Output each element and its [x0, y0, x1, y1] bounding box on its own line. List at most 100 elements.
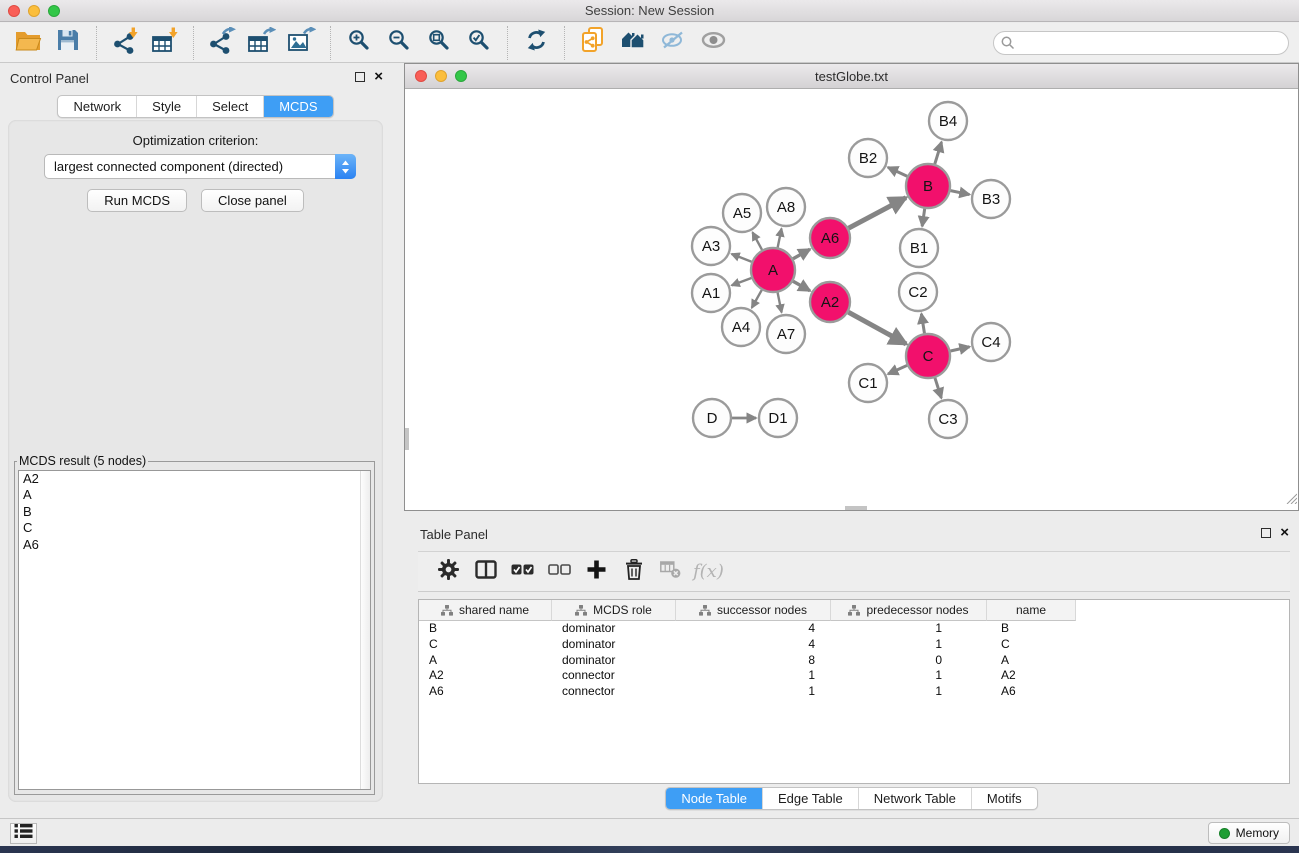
node-B1[interactable]: B1: [900, 229, 938, 267]
open-session-button[interactable]: [8, 25, 48, 61]
network-canvas[interactable]: B4B2BB3A5A8A6B1A3AC2A1A2A4A7C4CC1C3DD1: [405, 89, 1298, 510]
memory-button[interactable]: Memory: [1208, 822, 1290, 844]
node-A[interactable]: A: [751, 248, 795, 292]
edge-A-A4[interactable]: [752, 290, 762, 308]
edge-B-B2[interactable]: [888, 167, 907, 176]
column-header-shared-name[interactable]: shared name: [419, 600, 552, 621]
canvas-scroll-mark-vertical[interactable]: [405, 428, 409, 450]
node-A8[interactable]: A8: [767, 188, 805, 226]
tab-network-table[interactable]: Network Table: [859, 788, 972, 809]
select-all-button[interactable]: [504, 555, 541, 589]
mcds-result-item[interactable]: A: [19, 487, 370, 503]
save-session-button[interactable]: [48, 25, 88, 61]
node-C2[interactable]: C2: [899, 273, 937, 311]
visibility-toggle-button[interactable]: [693, 25, 733, 61]
table-row[interactable]: Adominator80A: [419, 653, 1289, 669]
function-builder-button[interactable]: f(x): [689, 555, 724, 589]
column-header-predecessor-nodes[interactable]: predecessor nodes: [831, 600, 987, 621]
mcds-result-item[interactable]: C: [19, 520, 370, 536]
table-row[interactable]: Cdominator41C: [419, 637, 1289, 653]
export-network-button[interactable]: [202, 25, 242, 61]
deselect-all-button[interactable]: [541, 555, 578, 589]
network-window-titlebar[interactable]: testGlobe.txt: [405, 64, 1298, 89]
node-A6[interactable]: A6: [810, 218, 850, 258]
table-mode-button[interactable]: [430, 555, 467, 589]
float-table-panel-icon[interactable]: [1261, 528, 1271, 538]
edge-C-C4[interactable]: [950, 347, 969, 351]
create-column-button[interactable]: [578, 555, 615, 589]
edge-A-A8[interactable]: [778, 229, 782, 248]
edge-A-A5[interactable]: [753, 232, 763, 249]
column-header-name[interactable]: name: [987, 600, 1076, 621]
node-C4[interactable]: C4: [972, 323, 1010, 361]
zoom-in-button[interactable]: [339, 25, 379, 61]
zoom-selected-button[interactable]: [459, 25, 499, 61]
node-A7[interactable]: A7: [767, 315, 805, 353]
tab-select[interactable]: Select: [197, 96, 264, 117]
edge-A-A3[interactable]: [732, 254, 752, 262]
edge-B-B4[interactable]: [935, 142, 942, 164]
node-C1[interactable]: C1: [849, 364, 887, 402]
close-panel-icon[interactable]: ×: [374, 72, 383, 82]
float-panel-icon[interactable]: [355, 72, 365, 82]
node-D[interactable]: D: [693, 399, 731, 437]
task-history-button[interactable]: [10, 823, 37, 844]
resize-grip-icon[interactable]: [1284, 491, 1297, 509]
zoom-fit-button[interactable]: [419, 25, 459, 61]
result-list-scrollbar[interactable]: [360, 471, 370, 789]
criterion-dropdown[interactable]: largest connected component (directed): [44, 154, 356, 179]
network-from-file-button[interactable]: [573, 25, 613, 61]
annotation-toggle-button[interactable]: [653, 25, 693, 61]
edge-A-A6[interactable]: [793, 249, 810, 258]
edge-A6-B[interactable]: [849, 198, 906, 228]
node-C3[interactable]: C3: [929, 400, 967, 438]
edge-A-A2[interactable]: [793, 281, 810, 290]
network-graph[interactable]: B4B2BB3A5A8A6B1A3AC2A1A2A4A7C4CC1C3DD1: [405, 89, 1298, 510]
node-A1[interactable]: A1: [692, 274, 730, 312]
table-row[interactable]: A6connector11A6: [419, 684, 1289, 700]
tab-mcds[interactable]: MCDS: [264, 96, 332, 117]
run-mcds-button[interactable]: Run MCDS: [87, 189, 187, 212]
mcds-result-item[interactable]: A2: [19, 471, 370, 487]
edge-C-C2[interactable]: [921, 314, 924, 334]
edge-A2-C[interactable]: [848, 312, 906, 344]
refresh-view-button[interactable]: [516, 25, 556, 61]
close-panel-button[interactable]: Close panel: [201, 189, 304, 212]
node-A4[interactable]: A4: [722, 308, 760, 346]
node-A5[interactable]: A5: [723, 194, 761, 232]
node-B[interactable]: B: [906, 164, 950, 208]
export-table-button[interactable]: [242, 25, 282, 61]
column-header-mcds-role[interactable]: MCDS role: [552, 600, 676, 621]
delete-table-button[interactable]: [652, 555, 689, 589]
table-row[interactable]: A2connector11A2: [419, 668, 1289, 684]
search-input[interactable]: [993, 31, 1289, 55]
show-columns-button[interactable]: [467, 555, 504, 589]
tab-node-table[interactable]: Node Table: [666, 788, 763, 809]
node-A3[interactable]: A3: [692, 227, 730, 265]
mcds-result-item[interactable]: B: [19, 504, 370, 520]
close-table-panel-icon[interactable]: ×: [1280, 528, 1289, 538]
edge-B-B1[interactable]: [922, 209, 925, 226]
mcds-result-item[interactable]: A6: [19, 537, 370, 553]
import-table-button[interactable]: [145, 25, 185, 61]
edge-C-C3[interactable]: [935, 378, 941, 398]
table-row[interactable]: Bdominator41B: [419, 621, 1289, 637]
edge-A-A7[interactable]: [778, 293, 782, 313]
tab-style[interactable]: Style: [137, 96, 197, 117]
export-image-button[interactable]: [282, 25, 322, 61]
edge-A-A1[interactable]: [732, 278, 752, 285]
node-B4[interactable]: B4: [929, 102, 967, 140]
mcds-result-list[interactable]: A2ABCA6: [18, 470, 371, 790]
node-B2[interactable]: B2: [849, 139, 887, 177]
delete-columns-button[interactable]: [615, 555, 652, 589]
node-D1[interactable]: D1: [759, 399, 797, 437]
edge-C-C1[interactable]: [888, 365, 907, 374]
column-header-successor-nodes[interactable]: successor nodes: [676, 600, 831, 621]
neighbors-button[interactable]: [613, 25, 653, 61]
edge-B-B3[interactable]: [951, 191, 970, 195]
node-A2[interactable]: A2: [810, 282, 850, 322]
import-network-button[interactable]: [105, 25, 145, 61]
tab-network[interactable]: Network: [58, 96, 137, 117]
tab-edge-table[interactable]: Edge Table: [763, 788, 859, 809]
canvas-scroll-mark-horizontal[interactable]: [845, 506, 867, 510]
